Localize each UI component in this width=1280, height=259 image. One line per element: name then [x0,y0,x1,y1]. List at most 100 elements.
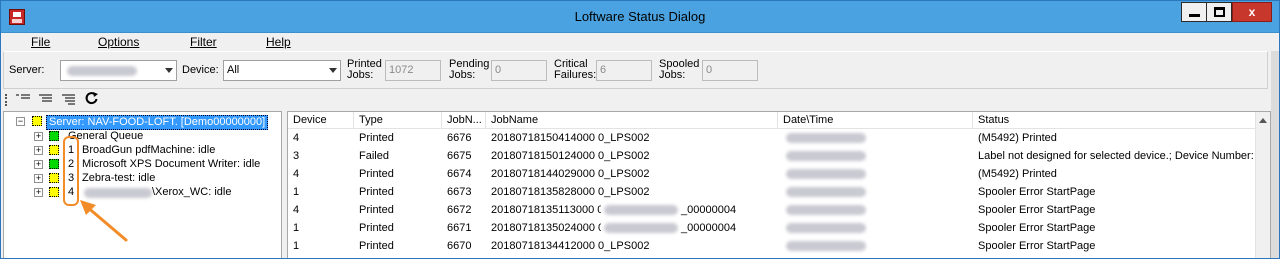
cell-device: 4 [293,204,300,216]
chevron-down-icon [165,68,173,73]
expand-icon[interactable]: + [34,188,43,197]
maximize-icon [1214,7,1225,17]
redacted-datetime [786,223,866,233]
cell-status: Spooler Error StartPage [978,222,1096,234]
column-header-jobname[interactable]: JobName [486,112,778,129]
printed-jobs-label-2: Jobs: [347,69,374,81]
table-row[interactable]: 4 Printed 6672 20180718135113000 0_ _000… [288,201,1270,219]
cell-device: 1 [293,186,300,198]
callout-arrow-icon [80,200,128,242]
cell-jobname-suffix: _00000004 [681,204,737,216]
table-row[interactable]: 1 Printed 6671 20180718135024000 0_ _000… [288,219,1270,237]
table-row[interactable]: 3 Failed 6675 20180718150124000 0_LPS002… [288,147,1270,165]
title-bar: Loftware Status Dialog x [1,1,1279,33]
refresh-icon[interactable] [85,91,99,108]
spooled-jobs-field: 0 [702,60,758,81]
scroll-up-icon[interactable] [1259,118,1267,123]
device-select-value: All [227,64,240,76]
tree-item[interactable]: + 1 BroadGun pdfMachine: idle [4,144,274,157]
table-row[interactable]: 1 Printed 6673 20180718135828000 0_LPS00… [288,183,1270,201]
menu-help[interactable]: Help [266,35,291,49]
collapse-tree-icon[interactable] [15,93,31,108]
status-indicator [49,173,59,183]
cell-jobnumber: 6673 [447,186,472,198]
tree-item[interactable]: + 4 \Xerox_WC: idle [4,186,274,199]
tree-item-label: Zebra-test: idle [82,172,156,184]
redacted-datetime [786,151,866,161]
window-edge [1271,51,1279,258]
minimize-icon [1189,14,1200,17]
cell-device: 4 [293,132,300,144]
expand-icon[interactable]: + [34,160,43,169]
status-dialog-window: Loftware Status Dialog x File Options Fi… [0,0,1280,259]
cell-jobname: 20180718150414000 0_LPS002 [491,132,650,144]
tree-toolbar [1,90,1279,110]
tree-server-node[interactable]: − Server: NAV-FOOD-LOFT. [Demo00000000] [14,115,274,130]
tree-item[interactable]: + 2 Microsoft XPS Document Writer: idle [4,158,274,171]
spooled-jobs-label-2: Jobs: [659,69,686,81]
expand-icon[interactable]: + [34,132,43,141]
tree-item-label: \Xerox_WC: idle [152,186,232,198]
menu-file[interactable]: File [31,35,50,49]
cell-jobname: 20180718150124000 0_LPS002 [491,150,650,162]
expand-icon[interactable]: + [34,146,43,155]
toolbar-grip[interactable] [5,94,7,106]
cell-jobnumber: 6674 [447,168,472,180]
column-header-status[interactable]: Status [973,112,1257,129]
redacted-jobname [604,223,678,233]
status-indicator [32,116,42,126]
cell-jobname: 20180718144029000 0_LPS002 [491,168,650,180]
redacted-server-name [67,66,137,76]
cell-jobname: 20180718135113000 0_ [491,204,601,216]
tree-view-icon[interactable] [61,93,77,110]
cell-status: Label not designed for selected device.;… [978,150,1257,162]
tree-item-label: Microsoft XPS Document Writer: idle [82,158,261,170]
printer-tree: − Server: NAV-FOOD-LOFT. [Demo00000000] … [3,111,282,258]
cell-type: Printed [359,132,394,144]
printed-jobs-field: 1072 [385,60,441,81]
column-header-datetime[interactable]: Date\Time [778,112,973,129]
table-row[interactable]: 4 Printed 6676 20180718150414000 0_LPS00… [288,129,1270,147]
maximize-button[interactable] [1206,2,1232,22]
tree-item[interactable]: + 3 Zebra-test: idle [4,172,274,185]
cell-status: Spooler Error StartPage [978,204,1096,216]
expand-icon[interactable]: + [34,174,43,183]
cell-jobname: 20180718135024000 0_ [491,222,601,234]
redacted-datetime [786,133,866,143]
table-row[interactable]: 1 Printed 6670 20180718134412000 0_LPS00… [288,237,1270,255]
server-label: Server: [9,64,45,76]
status-indicator [49,131,59,141]
column-header-type[interactable]: Type [354,112,442,129]
window-title: Loftware Status Dialog [574,9,706,24]
table-row[interactable]: 4 Printed 6674 20180718144029000 0_LPS00… [288,165,1270,183]
column-header-jobnumber[interactable]: JobN... [442,112,486,129]
expand-tree-icon[interactable] [38,93,54,108]
tree-item[interactable]: + General Queue [4,130,274,143]
vertical-scrollbar[interactable] [1255,112,1270,258]
status-indicator [49,187,59,197]
status-indicator [49,145,59,155]
device-select[interactable]: All [223,60,341,81]
cell-jobname-suffix: _00000004 [681,222,737,234]
redacted-datetime [786,169,866,179]
menu-bar: File Options Filter Help [1,33,1279,51]
server-select[interactable] [60,60,177,81]
cell-type: Printed [359,240,394,252]
cell-type: Printed [359,168,394,180]
redacted-datetime [786,187,866,197]
redacted-datetime [786,241,866,251]
minimize-button[interactable] [1181,2,1207,22]
menu-options[interactable]: Options [98,35,139,49]
close-icon: x [1248,5,1256,19]
pending-jobs-label-2: Jobs: [449,69,476,81]
close-button[interactable]: x [1232,2,1272,22]
cell-device: 3 [293,150,300,162]
column-header-device[interactable]: Device [288,112,354,129]
collapse-icon[interactable]: − [16,117,25,126]
critical-failures-label-2: Failures: [554,69,597,81]
redacted-jobname [604,205,678,215]
cell-device: 4 [293,168,300,180]
menu-filter[interactable]: Filter [190,35,217,49]
critical-failures-field: 6 [596,60,652,81]
cell-jobname: 20180718134412000 0_LPS002 [491,240,650,252]
